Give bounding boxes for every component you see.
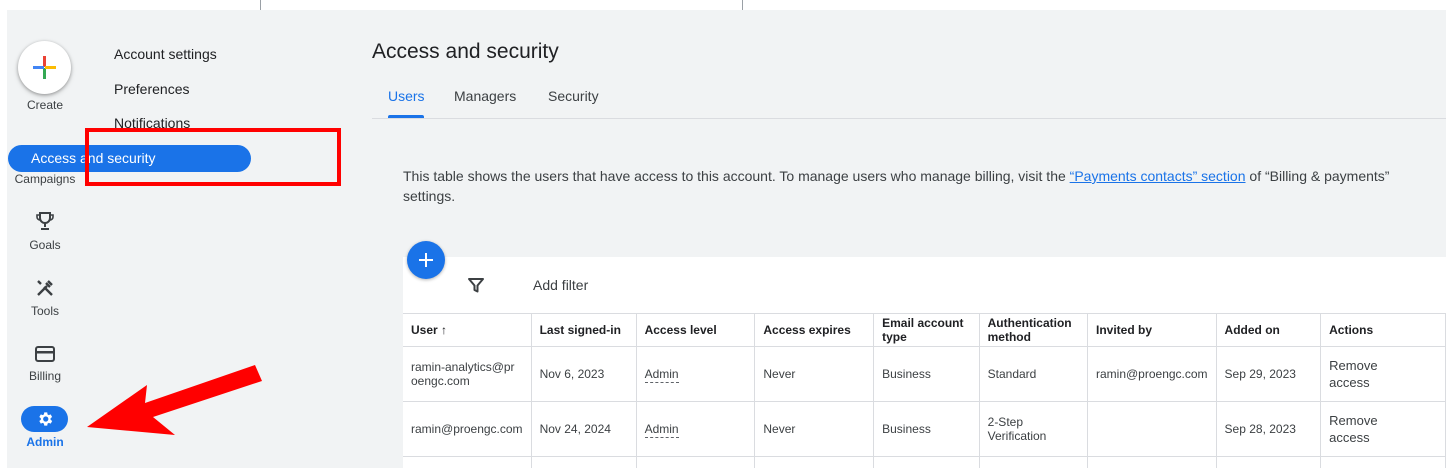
column-header-last-signed-in[interactable]: Last signed-in — [531, 313, 637, 347]
auth-method-value: 2-Step Verification — [987, 415, 1047, 443]
cell-auth-method: 2-Step Verification — [979, 401, 1088, 457]
app-window: Create Campaigns Goals Tools Billing Adm… — [7, 10, 1446, 468]
column-header-user[interactable]: User ↑ — [403, 313, 532, 347]
rail-item-admin[interactable] — [21, 406, 68, 432]
access-level-value[interactable]: Admin — [644, 422, 679, 438]
cell-access-level: Admin — [636, 401, 756, 457]
remove-access-button[interactable]: Remove access — [1329, 412, 1389, 446]
user-email: ramin-analytics@proengc.com — [411, 360, 515, 388]
access-level-value[interactable]: Admin — [644, 367, 679, 383]
subnav-preferences[interactable]: Preferences — [114, 81, 189, 97]
rail-label: Campaigns — [14, 172, 76, 186]
cell-actions: Remove access — [1320, 401, 1446, 457]
left-rail: Create Campaigns Goals Tools Billing Adm… — [7, 10, 87, 468]
users-table: User ↑ Last signed-in Access level Acces… — [403, 313, 1446, 468]
rail-label-admin: Admin — [26, 435, 64, 449]
cell-access-expires: Never — [754, 346, 875, 402]
cell-access-expires: Never — [754, 401, 875, 457]
tab-security[interactable]: Security — [548, 88, 599, 104]
filter-icon[interactable] — [467, 276, 485, 294]
tabs-divider — [372, 118, 1446, 119]
cell-invited-by: ramin@proengc.com — [1087, 346, 1217, 402]
cell-last-signed-in: Nov 6, 2023 — [531, 346, 637, 402]
add-user-button[interactable] — [407, 241, 445, 279]
column-header-actions: Actions — [1320, 313, 1446, 347]
trophy-icon — [32, 210, 58, 232]
page-title: Access and security — [372, 40, 559, 63]
tab-users[interactable]: Users — [388, 88, 425, 104]
cell-email-type: Business — [873, 346, 980, 402]
payments-contacts-link[interactable]: “Payments contacts” section — [1070, 168, 1246, 184]
column-header-access-expires[interactable]: Access expires — [754, 313, 875, 347]
cell-actions: Remove access — [1320, 346, 1446, 402]
column-header-authentication-method[interactable]: Authentication method — [979, 313, 1088, 347]
table-row: ramin@proengc.com Nov 24, 2024 Admin Nev… — [403, 401, 1446, 457]
create-button[interactable] — [18, 41, 71, 94]
cell-user: ramin@proengc.com — [403, 401, 532, 457]
table-row — [403, 456, 1446, 468]
plus-icon — [419, 253, 433, 267]
tools-icon — [32, 277, 58, 299]
cell-user: ramin-analytics@proengc.com — [403, 346, 532, 402]
table-header-row: User ↑ Last signed-in Access level Acces… — [403, 313, 1446, 347]
rail-item-goals[interactable]: Goals — [7, 210, 83, 270]
add-filter-button[interactable]: Add filter — [533, 277, 588, 293]
column-header-added-on[interactable]: Added on — [1216, 313, 1322, 347]
cell-access-level: Admin — [636, 346, 756, 402]
rail-item-tools[interactable]: Tools — [7, 277, 83, 337]
rail-label: Goals — [29, 238, 61, 252]
remove-access-button[interactable]: Remove access — [1329, 357, 1389, 391]
header-label: User — [411, 323, 438, 337]
column-header-invited-by[interactable]: Invited by — [1087, 313, 1217, 347]
cell-invited-by — [1087, 401, 1217, 457]
cell-last-signed-in: Nov 24, 2024 — [531, 401, 637, 457]
gear-icon — [38, 412, 52, 426]
sort-arrow-up-icon[interactable]: ↑ — [441, 323, 447, 337]
annotation-highlight-box — [85, 128, 341, 186]
tab-managers[interactable]: Managers — [454, 88, 516, 104]
rail-item-billing[interactable]: Billing — [7, 343, 83, 403]
table-row: ramin-analytics@proengc.com Nov 6, 2023 … — [403, 346, 1446, 402]
column-header-access-level[interactable]: Access level — [636, 313, 756, 347]
cell-email-type: Business — [873, 401, 980, 457]
column-header-email-account-type[interactable]: Email account type — [873, 313, 980, 347]
create-label: Create — [26, 98, 64, 112]
plus-icon — [33, 56, 56, 79]
page-description: This table shows the users that have acc… — [403, 166, 1403, 206]
subnav-account-settings[interactable]: Account settings — [114, 46, 217, 62]
description-text: This table shows the users that have acc… — [403, 168, 1070, 184]
cell-added-on: Sep 29, 2023 — [1216, 346, 1322, 402]
rail-label: Tools — [30, 304, 59, 318]
annotation-arrow-icon — [87, 365, 262, 435]
cell-auth-method: Standard — [979, 346, 1088, 402]
rail-label: Billing — [28, 369, 61, 383]
cell-added-on: Sep 28, 2023 — [1216, 401, 1322, 457]
credit-card-icon — [32, 343, 58, 365]
